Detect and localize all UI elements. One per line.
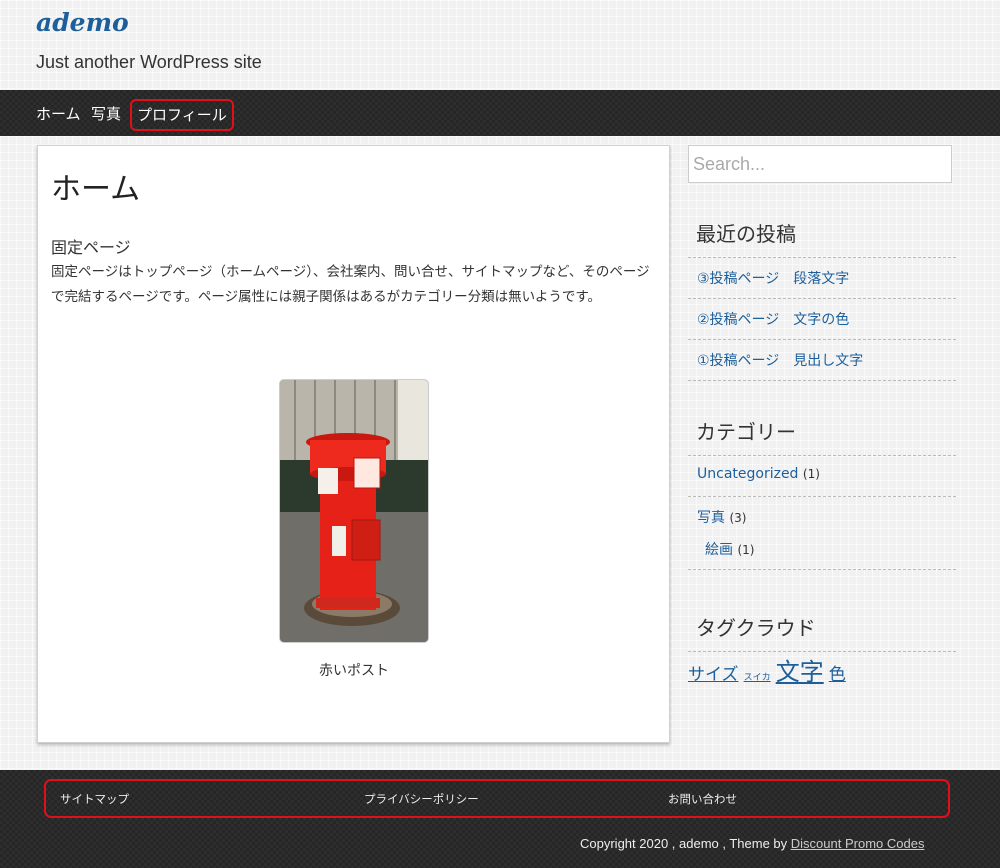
- divider: [688, 380, 956, 381]
- tag-link-watermelon[interactable]: スイカ: [744, 673, 771, 683]
- divider: [688, 569, 956, 570]
- site-title[interactable]: ademo: [36, 8, 129, 37]
- divider: [688, 339, 956, 340]
- body-text: 固定ページはトップページ（ホームページ）、会社案内、問い合せ、サイトマップなど、…: [51, 264, 650, 305]
- footer-menu: サイトマップ プライバシーポリシー お問い合わせ: [44, 779, 950, 818]
- recent-post-link[interactable]: ③投稿ページ 段落文字: [697, 268, 849, 288]
- search-input[interactable]: [688, 145, 952, 183]
- category-count: (3): [729, 511, 747, 525]
- divider: [688, 257, 956, 258]
- main-content: ホーム 固定ページ 固定ページはトップページ（ホームページ）、会社案内、問い合せ…: [37, 145, 670, 743]
- site-description: Just another WordPress site: [36, 52, 262, 72]
- divider: [688, 298, 956, 299]
- footer-link-contact[interactable]: お問い合わせ: [668, 791, 737, 807]
- category-link-paintings[interactable]: 絵画: [705, 542, 733, 558]
- tag-cloud: サイズ スイカ 文字 色: [688, 652, 846, 687]
- page-title: ホーム: [51, 172, 141, 207]
- divider: [688, 496, 956, 497]
- tag-link-color[interactable]: 色: [829, 665, 846, 685]
- footer: サイトマップ プライバシーポリシー お問い合わせ Copyright 2020 …: [0, 770, 1000, 868]
- image-caption: 赤いポスト: [319, 663, 389, 679]
- category-link-photos[interactable]: 写真: [697, 510, 725, 526]
- tag-cloud-title: タグクラウド: [696, 616, 816, 640]
- copyright-text: Copyright 2020 , ademo , Theme by: [580, 836, 788, 851]
- categories-title: カテゴリー: [696, 420, 796, 444]
- divider: [688, 455, 956, 456]
- recent-posts-title: 最近の投稿: [696, 222, 796, 246]
- tag-link-size[interactable]: サイズ: [688, 665, 739, 685]
- theme-credit-link[interactable]: Discount Promo Codes: [791, 836, 925, 851]
- category-item: 絵画 (1): [705, 539, 754, 559]
- footer-link-sitemap[interactable]: サイトマップ: [60, 791, 129, 807]
- section-heading: 固定ページ: [51, 238, 131, 257]
- category-link-uncategorized[interactable]: Uncategorized: [697, 466, 798, 482]
- category-item: Uncategorized (1): [697, 466, 820, 482]
- category-count: (1): [737, 543, 755, 557]
- nav-item-profile[interactable]: プロフィール: [130, 99, 234, 131]
- footer-link-privacy[interactable]: プライバシーポリシー: [364, 791, 479, 807]
- recent-post-link[interactable]: ①投稿ページ 見出し文字: [697, 350, 863, 370]
- category-item: 写真 (3): [697, 507, 746, 527]
- red-postbox-photo[interactable]: [279, 379, 429, 643]
- category-count: (1): [802, 467, 820, 481]
- nav-item-photos[interactable]: 写真: [91, 100, 121, 128]
- tag-link-text[interactable]: 文字: [776, 658, 824, 686]
- copyright: Copyright 2020 , ademo , Theme by Discou…: [580, 836, 924, 851]
- postbox-illustration: [280, 380, 428, 642]
- main-navigation: ホーム 写真 プロフィール: [0, 90, 1000, 136]
- recent-post-link[interactable]: ②投稿ページ 文字の色: [697, 309, 849, 329]
- nav-item-home[interactable]: ホーム: [36, 100, 81, 128]
